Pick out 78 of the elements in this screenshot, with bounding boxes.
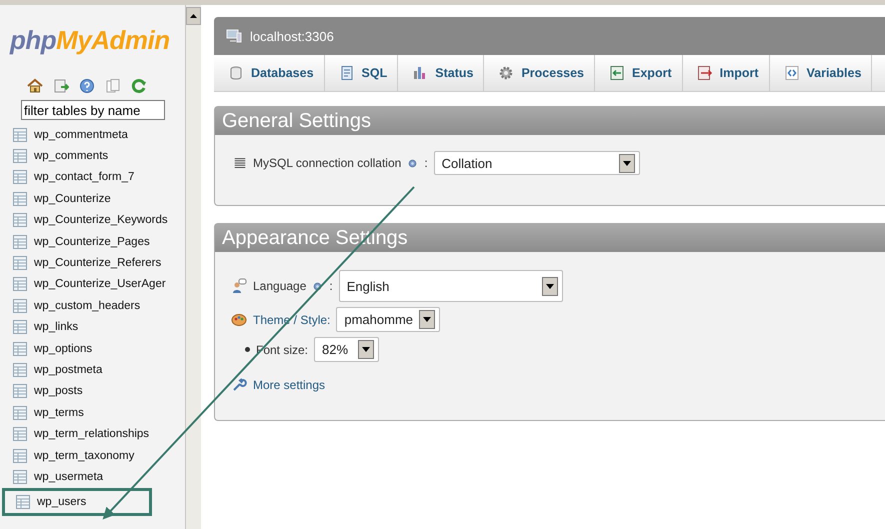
panel-title: General Settings: [215, 107, 885, 135]
export-icon: [609, 65, 626, 81]
theme-dropdown[interactable]: pmahomme: [336, 307, 440, 332]
list-icon: [233, 156, 247, 170]
import-icon: [696, 65, 713, 81]
table-icon: [12, 362, 28, 378]
font-size-dropdown[interactable]: 82%: [314, 337, 380, 362]
field-label: Language: [253, 279, 306, 293]
info-icon: [312, 280, 324, 292]
nav-tab[interactable]: Variables: [770, 55, 872, 91]
colon-text: :: [329, 279, 333, 293]
scroll-up-icon[interactable]: [186, 7, 201, 25]
table-icon: [12, 468, 28, 485]
table-item[interactable]: wp_comments: [0, 145, 185, 167]
home-icon: [27, 78, 43, 94]
server-title[interactable]: localhost:3306: [250, 28, 334, 44]
wrench-icon: [231, 377, 247, 393]
table-item[interactable]: wp_term_taxonomy: [0, 444, 185, 466]
code-icon: [784, 65, 800, 81]
info-icon: [407, 158, 418, 168]
table-icon: [12, 190, 28, 207]
table-item[interactable]: wp_Counterize_Pages: [0, 230, 185, 252]
table-icon: [12, 383, 28, 400]
table-icon: [12, 298, 28, 314]
table-icon: [12, 169, 28, 186]
table-item[interactable]: wp_commentmeta: [0, 124, 185, 146]
table-icon: [12, 448, 28, 464]
reload-icon: [131, 78, 147, 94]
table-icon: [12, 426, 28, 442]
table-item[interactable]: wp_Counterize_Keywords: [0, 210, 185, 231]
person-speech-icon: [231, 278, 247, 294]
nav-tab[interactable]: Import: [682, 55, 770, 91]
table-item[interactable]: wp_usermeta: [0, 466, 185, 488]
table-icon: [12, 148, 28, 164]
table-icon: [15, 494, 31, 510]
table-item[interactable]: wp_posts: [0, 380, 185, 402]
colon-text: :: [424, 156, 428, 170]
gear-icon: [498, 65, 514, 81]
table-icon: [12, 234, 28, 250]
table-icon: [12, 255, 28, 272]
table-icon: [12, 212, 28, 228]
nav-tab[interactable]: SQL: [324, 55, 398, 91]
table-item[interactable]: wp_options: [0, 338, 185, 360]
table-icon: [12, 340, 28, 357]
table-item[interactable]: wp_Counterize_Referers: [0, 252, 185, 274]
table-icon: [12, 276, 28, 292]
nav-tab[interactable]: Processes: [484, 55, 596, 91]
table-icon: [12, 319, 28, 336]
more-settings-link[interactable]: More settings: [253, 378, 326, 392]
scrollbar[interactable]: [185, 5, 201, 529]
phpmyadmin-logo[interactable]: phpMyAdmin: [10, 25, 170, 56]
nav-tab[interactable]: Status: [398, 55, 484, 91]
database-icon: [228, 65, 244, 81]
table-item[interactable]: wp_custom_headers: [0, 295, 185, 317]
table-item[interactable]: wp_terms: [0, 402, 185, 424]
nav-tab[interactable]: Databases: [214, 55, 325, 91]
table-item[interactable]: wp_users: [2, 488, 152, 516]
theme-link[interactable]: Theme / Style:: [253, 312, 330, 326]
document-icon: [338, 65, 355, 81]
table-item[interactable]: wp_Counterize_UserAger: [0, 274, 185, 296]
table-item[interactable]: wp_contact_form_7: [0, 166, 185, 188]
filter-field[interactable]: filter tables by name: [21, 100, 165, 120]
table-icon: [12, 126, 28, 143]
server-icon: [226, 28, 242, 44]
copy-icon: [105, 78, 121, 94]
table-item[interactable]: wp_Counterize: [0, 188, 185, 210]
table-item[interactable]: wp_links: [0, 316, 185, 338]
collation-dropdown[interactable]: Collation: [434, 151, 640, 175]
help-icon: [79, 78, 95, 94]
palette-icon: [231, 312, 247, 328]
nav-tab[interactable]: Export: [595, 55, 683, 91]
table-item[interactable]: wp_term_relationships: [0, 423, 185, 445]
table-item[interactable]: wp_postmeta: [0, 359, 185, 381]
table-icon: [12, 404, 28, 421]
language-dropdown[interactable]: English: [338, 270, 563, 302]
field-label: MySQL connection collation: [253, 156, 402, 170]
exit-icon: [53, 78, 69, 94]
bullet-icon: [245, 347, 250, 352]
